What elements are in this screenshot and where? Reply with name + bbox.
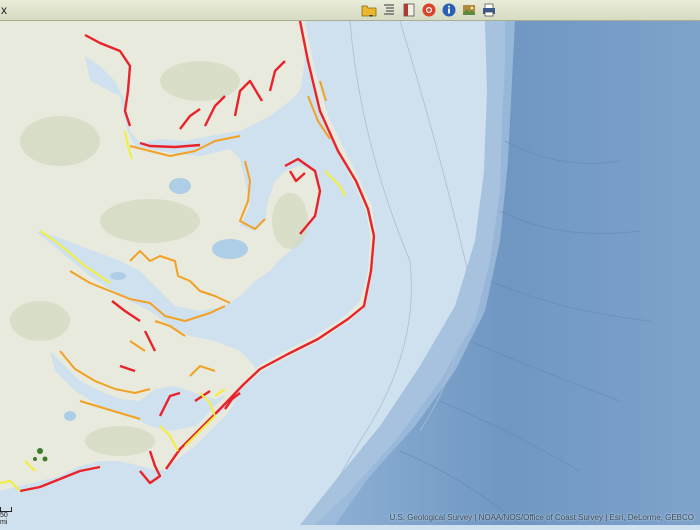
map-view[interactable]: 50 mi U.S. Geological Survey | NOAA/NOS/… [0, 20, 700, 526]
record-icon[interactable] [420, 1, 437, 18]
toolbar-icon-group [360, 1, 497, 18]
info-icon[interactable] [440, 1, 457, 18]
close-button[interactable]: x [1, 2, 7, 18]
layer-list-icon[interactable] [380, 1, 397, 18]
scale-bar: 50 mi [0, 507, 14, 526]
map-attribution: U.S. Geological Survey | NOAA/NOS/Office… [389, 513, 694, 522]
scale-bar-label: 50 mi [0, 512, 8, 526]
bookmark-icon[interactable] [400, 1, 417, 18]
folder-icon[interactable] [360, 1, 377, 18]
map-canvas[interactable] [0, 20, 700, 526]
print-icon[interactable] [480, 1, 497, 18]
map-toolbar: x [0, 0, 700, 21]
basemap-gallery-icon[interactable] [460, 1, 477, 18]
